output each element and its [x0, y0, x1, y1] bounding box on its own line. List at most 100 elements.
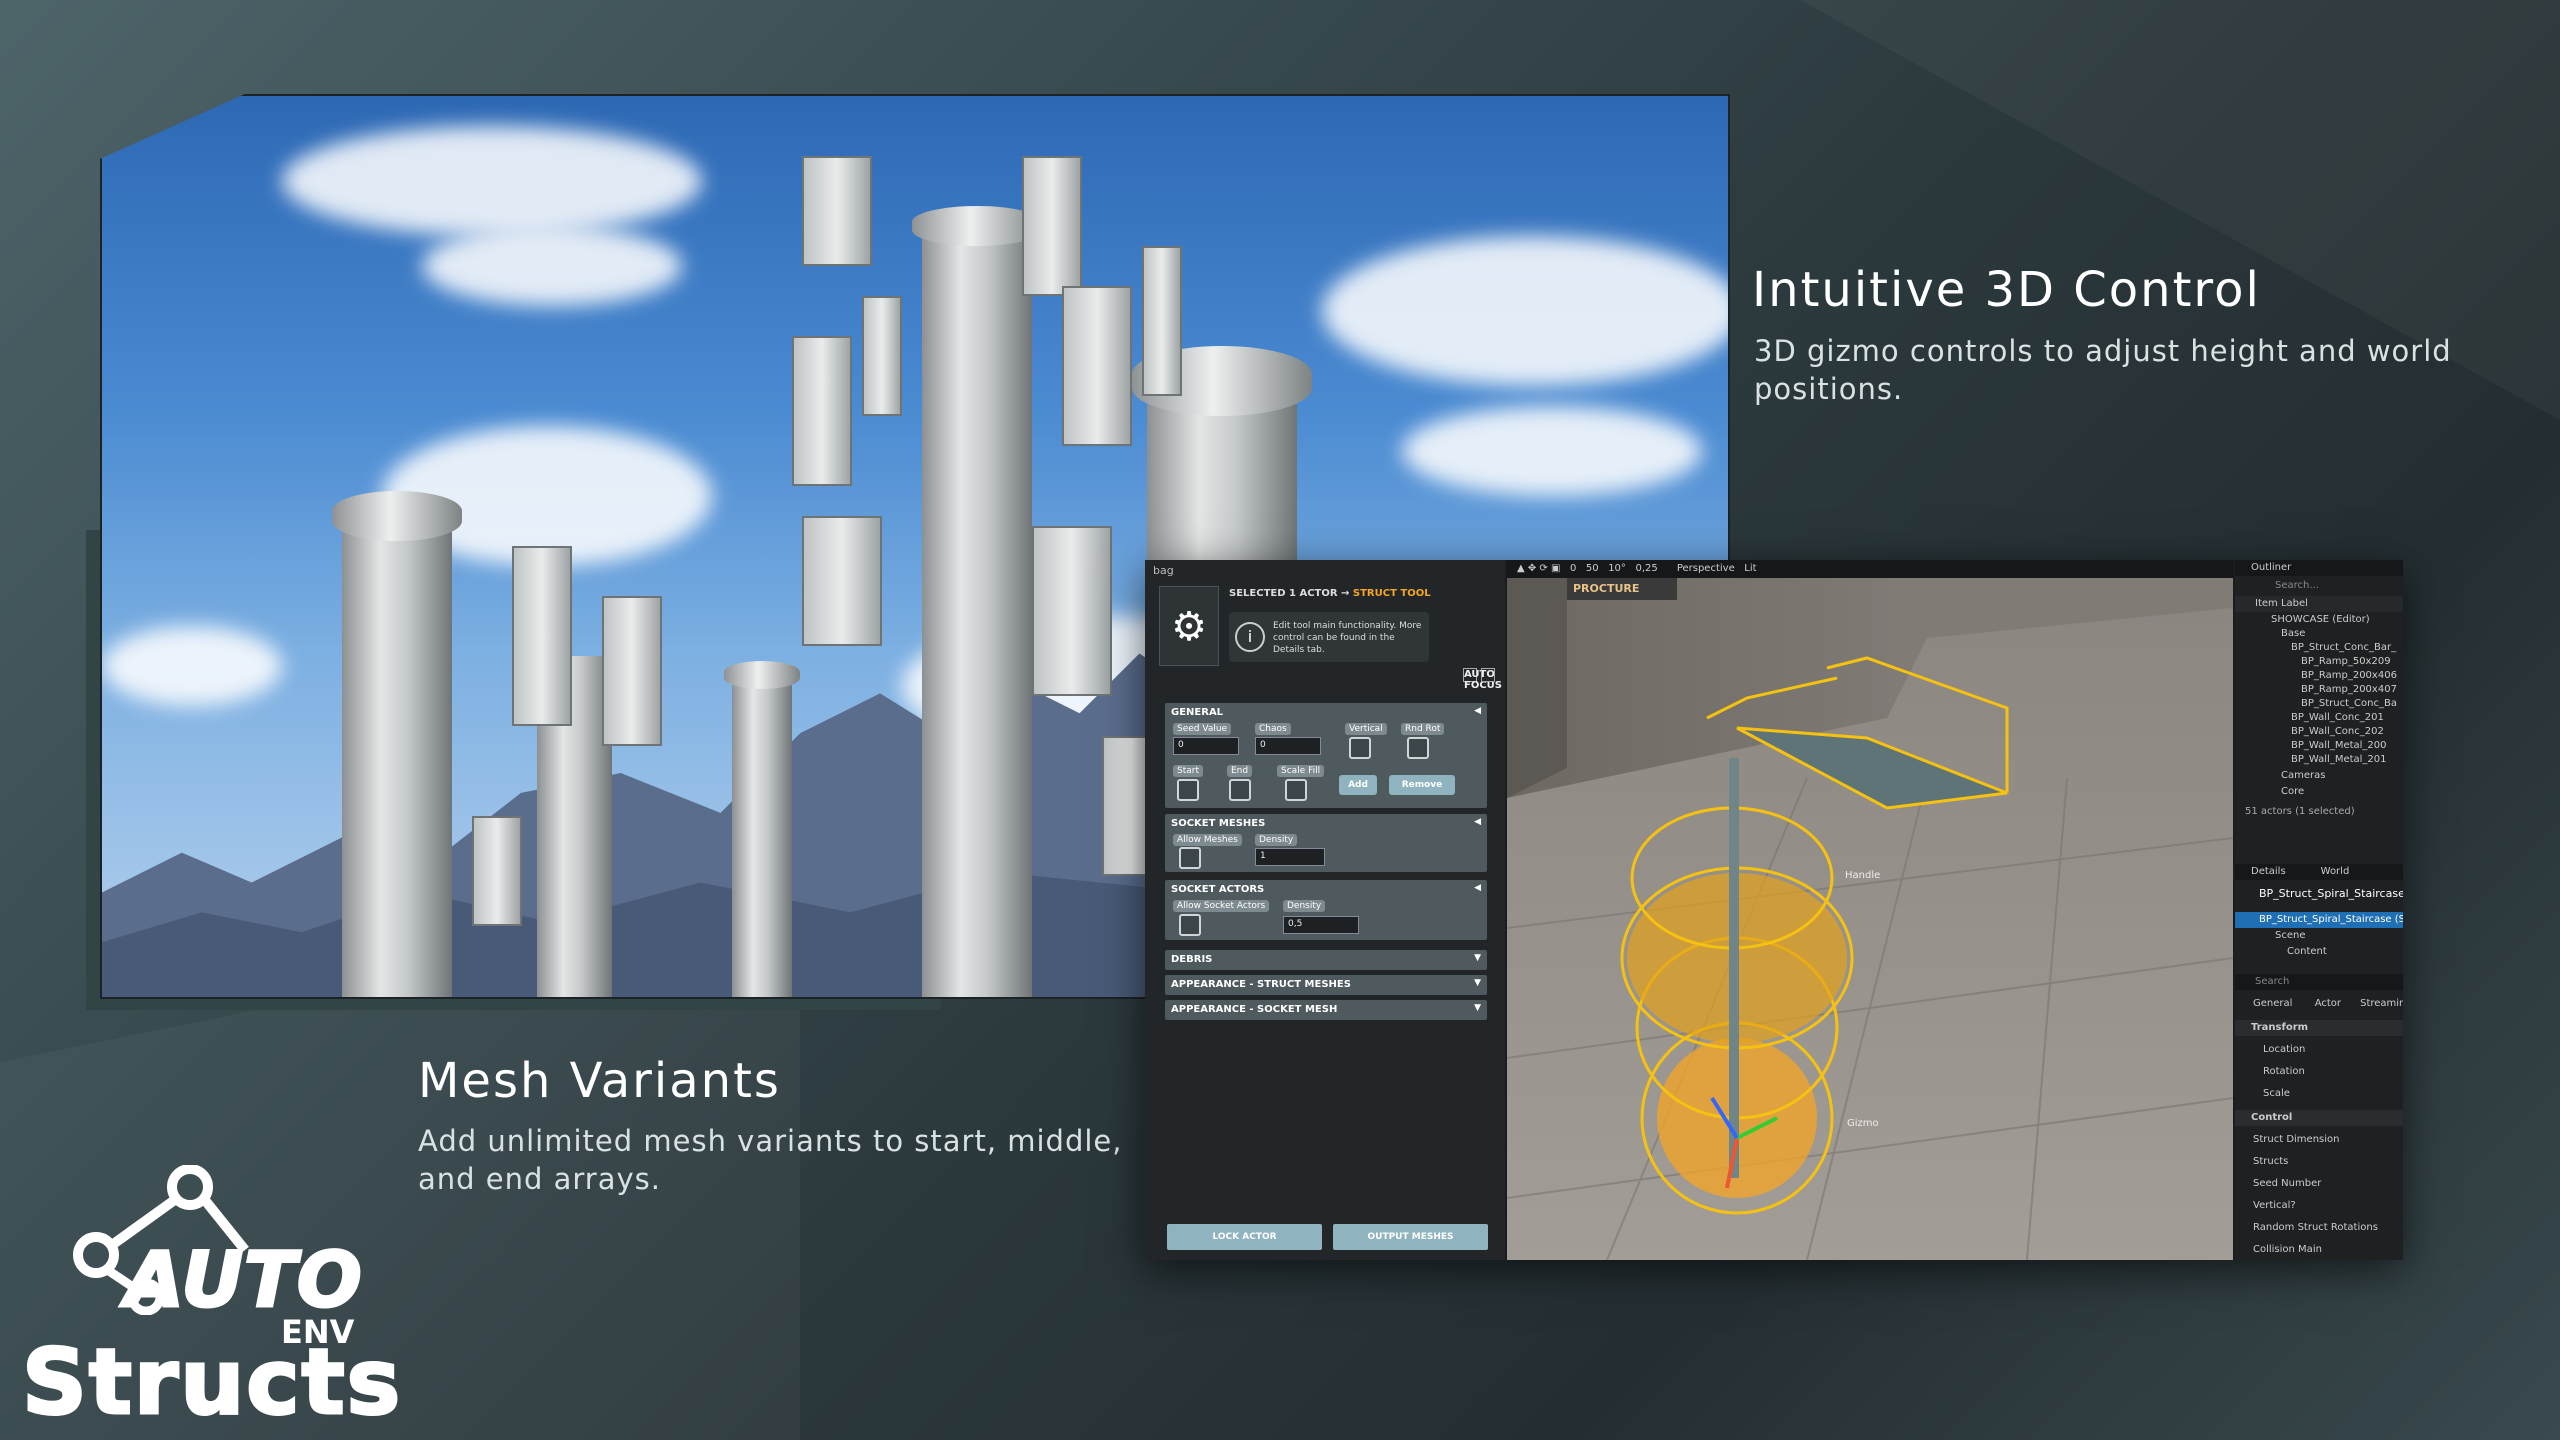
remove-button[interactable]: Remove — [1389, 775, 1455, 795]
location-dropdown[interactable]: Location — [2235, 1042, 2403, 1058]
rotation-dropdown[interactable]: Rotation — [2235, 1064, 2403, 1080]
section-debris[interactable]: DEBRIS — [1165, 950, 1487, 970]
feature-title-mesh-variants: Mesh Variants — [418, 1053, 781, 1109]
section-header[interactable]: SOCKET ACTORS — [1165, 880, 1487, 899]
struct-tool-panel: bag ⚙ SELECTED 1 ACTOR → STRUCT TOOL i E… — [1145, 560, 1505, 1260]
sign-text: PROCTURE — [1573, 582, 1640, 595]
editor-window: bag ⚙ SELECTED 1 ACTOR → STRUCT TOOL i E… — [1145, 560, 2403, 1260]
tool-tab[interactable]: bag — [1153, 564, 1174, 577]
lock-actor-button[interactable]: LOCK ACTOR — [1167, 1224, 1322, 1250]
perspective-dropdown[interactable]: Perspective — [1677, 563, 1735, 574]
density-label: Density — [1283, 900, 1326, 912]
desc-line: positions. — [1754, 372, 1904, 406]
logo-auto: AUTO — [124, 1234, 364, 1326]
details-filters: General Actor Streaming — [2235, 996, 2403, 1012]
desc-line: Add unlimited mesh variants to start, mi… — [418, 1124, 1123, 1158]
vertical-checkbox[interactable] — [1349, 737, 1371, 759]
detail-prop[interactable]: Structs — [2235, 1154, 2403, 1170]
control-section[interactable]: Control — [2235, 1110, 2403, 1126]
section-header[interactable]: GENERAL — [1165, 703, 1487, 722]
section-header[interactable]: SOCKET MESHES — [1165, 814, 1487, 833]
allow-socket-actors-label: Allow Socket Actors — [1173, 900, 1270, 912]
logo-structs: Structs — [20, 1329, 403, 1437]
handle-label[interactable]: Handle — [1845, 870, 1880, 881]
scale-dropdown[interactable]: Scale — [2235, 1086, 2403, 1102]
info-icon: i — [1235, 622, 1265, 652]
seed-value-field[interactable]: 0 — [1173, 737, 1239, 755]
seed-value-label: Seed Value — [1173, 723, 1232, 735]
details-selected-row[interactable]: BP_Struct_Spiral_Staircase (Sel — [2235, 912, 2403, 928]
section-socket-actors: SOCKET ACTORS Allow Socket Actors Densit… — [1165, 880, 1487, 940]
viewport-toolbar: ▲ ✥ ⟳ ▣ 0 50 10° 0,25 Perspective Lit — [1507, 560, 2233, 578]
details-tab[interactable]: Details — [2251, 866, 2286, 877]
filter-streaming[interactable]: Streaming — [2360, 998, 2403, 1009]
desc-line: 3D gizmo controls to adjust height and w… — [1754, 334, 2452, 368]
outliner-title[interactable]: Outliner — [2235, 560, 2403, 576]
output-meshes-button[interactable]: OUTPUT MESHES — [1333, 1224, 1488, 1250]
section-header[interactable]: APPEARANCE - STRUCT MESHES — [1165, 975, 1487, 994]
details-content-row[interactable]: Content — [2235, 944, 2403, 960]
feature-title-3d-control: Intuitive 3D Control — [1752, 262, 2261, 318]
feature-desc-3d-control: 3D gizmo controls to adjust height and w… — [1754, 332, 2452, 408]
outliner-row[interactable]: Core — [2235, 784, 2403, 800]
outliner-panel: Outliner Search... Item Label SHOWCASE (… — [2235, 560, 2403, 1260]
section-socket-meshes: SOCKET MESHES Allow Meshes Density 1 — [1165, 814, 1487, 872]
outliner-search[interactable]: Search... — [2235, 578, 2403, 594]
allow-meshes-label: Allow Meshes — [1173, 834, 1242, 846]
feature-desc-mesh-variants: Add unlimited mesh variants to start, mi… — [418, 1122, 1123, 1198]
scale-fill-checkbox[interactable] — [1285, 779, 1307, 801]
info-box: i Edit tool main functionality. More con… — [1229, 612, 1429, 662]
detail-prop: Struct Dimension — [2253, 1134, 2340, 1145]
section-header[interactable]: APPEARANCE - SOCKET MESH — [1165, 1000, 1487, 1019]
outliner-row[interactable]: Cameras — [2235, 768, 2403, 784]
lit-dropdown[interactable]: Lit — [1744, 563, 1756, 574]
section-appearance-struct[interactable]: APPEARANCE - STRUCT MESHES — [1165, 975, 1487, 995]
details-tabs: Details World — [2235, 864, 2403, 880]
selected-label: SELECTED 1 ACTOR → STRUCT TOOL — [1229, 588, 1431, 599]
grid-size-value[interactable]: 50 — [1586, 563, 1599, 574]
scale-snap-value[interactable]: 0,25 — [1635, 563, 1657, 574]
level-viewport[interactable]: PROCTURE Handle Gizmo — [1507, 578, 2233, 1260]
detail-prop: Random Struct Rotations — [2253, 1222, 2378, 1233]
add-button[interactable]: Add — [1339, 775, 1377, 795]
filter-general[interactable]: General — [2253, 998, 2292, 1009]
transform-section[interactable]: Transform — [2235, 1020, 2403, 1036]
detail-prop: Seed Number — [2253, 1178, 2322, 1189]
detail-prop: Vertical? — [2253, 1200, 2296, 1211]
details-scene-row[interactable]: Scene — [2235, 928, 2403, 944]
start-label: Start — [1173, 765, 1203, 777]
end-label: End — [1227, 765, 1253, 777]
desc-line: and end arrays. — [418, 1162, 661, 1196]
detail-prop: Collision Main — [2253, 1244, 2322, 1255]
vertical-label: Vertical — [1345, 723, 1387, 735]
selected-tool: STRUCT TOOL — [1352, 588, 1431, 599]
density-field[interactable]: 1 — [1255, 848, 1325, 866]
outliner-search-input[interactable]: Search... — [2275, 580, 2319, 591]
rotation-snap-value[interactable]: 10° — [1608, 563, 1626, 574]
struct-tool-icon: ⚙ — [1159, 586, 1219, 666]
allow-socket-actors-checkbox[interactable] — [1179, 914, 1201, 936]
section-appearance-socket[interactable]: APPEARANCE - SOCKET MESH — [1165, 1000, 1487, 1020]
filter-actor[interactable]: Actor — [2315, 998, 2341, 1009]
section-header[interactable]: DEBRIS — [1165, 950, 1487, 969]
grid-snap-value[interactable]: 0 — [1570, 563, 1576, 574]
start-checkbox[interactable] — [1177, 779, 1199, 801]
outliner-row[interactable]: BP_Wall_Metal_201 — [2235, 752, 2403, 768]
world-tab[interactable]: World — [2321, 866, 2350, 877]
auto-focus-toggle[interactable]: AUTO FOCUS — [1459, 668, 1502, 691]
chaos-field[interactable]: 0 — [1255, 737, 1321, 755]
details-search[interactable]: Search — [2235, 974, 2403, 990]
density-field[interactable]: 0,5 — [1283, 916, 1359, 934]
rnd-rot-label: Rnd Rot — [1401, 723, 1445, 735]
select-icon[interactable]: ▲ ✥ ⟳ ▣ — [1517, 563, 1560, 574]
details-actor-name[interactable]: BP_Struct_Spiral_Staircase — [2235, 886, 2403, 902]
chaos-label: Chaos — [1255, 723, 1291, 735]
outliner-count: 51 actors (1 selected) — [2245, 806, 2355, 817]
rnd-rot-checkbox[interactable] — [1407, 737, 1429, 759]
allow-meshes-checkbox[interactable] — [1179, 847, 1201, 869]
end-checkbox[interactable] — [1229, 779, 1251, 801]
tool-header: ⚙ SELECTED 1 ACTOR → STRUCT TOOL i Edit … — [1159, 586, 1499, 666]
outliner-column-header[interactable]: Item Label — [2235, 596, 2403, 612]
gizmo-label[interactable]: Gizmo — [1847, 1118, 1879, 1129]
auto-focus-checkbox[interactable] — [1481, 668, 1495, 682]
